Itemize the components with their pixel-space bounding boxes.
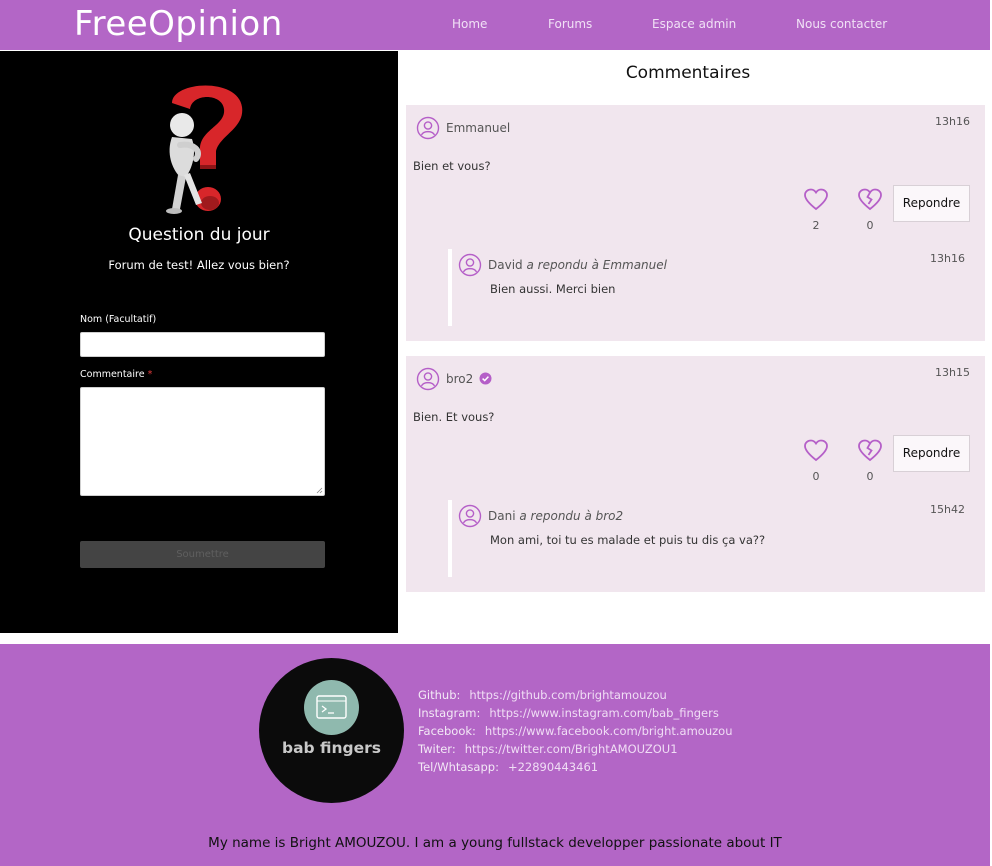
question-panel: Question du jour Forum de test! Allez vo… <box>0 51 398 633</box>
social-twitter: Twiter: https://twitter.com/BrightAMOUZOU… <box>418 742 678 756</box>
reply-author: David <box>488 258 523 272</box>
reply-text: Mon ami, toi tu es malade et puis tu dis… <box>490 533 766 547</box>
user-circle-icon <box>458 504 482 528</box>
social-label: Github: <box>418 688 461 702</box>
logo-text: bab fingers <box>281 739 382 757</box>
reply-block: David a repondu à Emmanuel 13h16 Bien au… <box>448 249 980 326</box>
social-label: Tel/Whtasapp: <box>418 760 499 774</box>
social-link[interactable]: https://github.com/brightamouzou <box>469 688 666 702</box>
heart-icon[interactable] <box>803 439 829 463</box>
reply-button[interactable]: Repondre <box>893 185 970 222</box>
social-link[interactable]: https://www.instagram.com/bab_fingers <box>489 706 718 720</box>
verified-check-icon <box>479 372 492 385</box>
comments-title: Commentaires <box>625 63 751 83</box>
resize-grip-icon[interactable] <box>316 487 323 494</box>
comment-label-text: Commentaire <box>80 369 145 380</box>
social-github: Github: https://github.com/brightamouzou <box>418 688 667 702</box>
social-instagram: Instagram: https://www.instagram.com/bab_… <box>418 706 719 720</box>
broken-heart-icon[interactable] <box>857 188 883 212</box>
nav-link-forums[interactable]: Forums <box>548 17 592 31</box>
question-title: Question du jour <box>128 225 270 245</box>
reply-author: Dani <box>488 509 516 523</box>
dislike-count: 0 <box>866 470 874 483</box>
author-logo: bab fingers <box>259 658 404 803</box>
like-count: 2 <box>812 219 820 232</box>
social-label: Instagram: <box>418 706 481 720</box>
social-link[interactable]: https://twitter.com/BrightAMOUZOU1 <box>465 742 678 756</box>
comment-text: Bien et vous? <box>413 159 491 173</box>
like-count: 0 <box>812 470 820 483</box>
navbar: FreeOpinion Home Forums Espace admin Nou… <box>0 0 990 50</box>
reply-time: 15h42 <box>930 503 965 516</box>
terminal-icon <box>316 695 347 719</box>
reply-bar <box>448 249 452 326</box>
reply-text: Bien aussi. Merci bien <box>490 282 616 296</box>
reply-action: a repondu à bro2 <box>519 509 624 523</box>
user-circle-icon <box>416 367 440 391</box>
comment-time: 13h15 <box>935 366 970 379</box>
comment-field-label: Commentaire * <box>80 369 152 380</box>
comment-author: Emmanuel <box>446 121 511 135</box>
nav-link-admin[interactable]: Espace admin <box>652 17 736 31</box>
reply-time: 13h16 <box>930 252 965 265</box>
broken-heart-icon[interactable] <box>857 439 883 463</box>
reply-header: Dani a repondu à bro2 <box>488 509 623 523</box>
required-asterisk: * <box>147 369 153 380</box>
footer-bio: My name is Bright AMOUZOU. I am a young … <box>208 835 782 851</box>
submit-button[interactable]: Soumettre <box>80 541 325 568</box>
reply-block: Dani a repondu à bro2 15h42 Mon ami, toi… <box>448 500 980 577</box>
comment-author: bro2 <box>446 372 474 386</box>
reply-header: David a repondu à Emmanuel <box>488 258 667 272</box>
reply-bar <box>448 500 452 577</box>
comment-textarea[interactable] <box>80 387 325 496</box>
reply-button[interactable]: Repondre <box>893 435 970 472</box>
question-subtitle: Forum de test! Allez vous bien? <box>108 258 290 272</box>
social-label: Twiter: <box>418 742 456 756</box>
social-label: Facebook: <box>418 724 476 738</box>
social-facebook: Facebook: https://www.facebook.com/bright… <box>418 724 733 738</box>
brand-logo[interactable]: FreeOpinion <box>74 4 283 44</box>
dislike-count: 0 <box>866 219 874 232</box>
nav-link-contact[interactable]: Nous contacter <box>796 17 887 31</box>
terminal-emblem <box>304 680 359 735</box>
question-mark-illustration <box>166 85 243 214</box>
name-input[interactable] <box>80 332 325 357</box>
comment-text: Bien. Et vous? <box>413 410 495 424</box>
social-phone: Tel/Whtasapp: +22890443461 <box>418 760 598 774</box>
heart-icon[interactable] <box>803 188 829 212</box>
name-field-label: Nom (Facultatif) <box>80 314 157 325</box>
nav-link-home[interactable]: Home <box>452 17 487 31</box>
user-circle-icon <box>458 253 482 277</box>
social-link[interactable]: +22890443461 <box>508 760 598 774</box>
comment-time: 13h16 <box>935 115 970 128</box>
user-circle-icon <box>416 116 440 140</box>
footer: bab fingers Github: https://github.com/br… <box>0 644 990 866</box>
social-link[interactable]: https://www.facebook.com/bright.amouzou <box>485 724 733 738</box>
reply-action: a repondu à Emmanuel <box>526 258 667 272</box>
